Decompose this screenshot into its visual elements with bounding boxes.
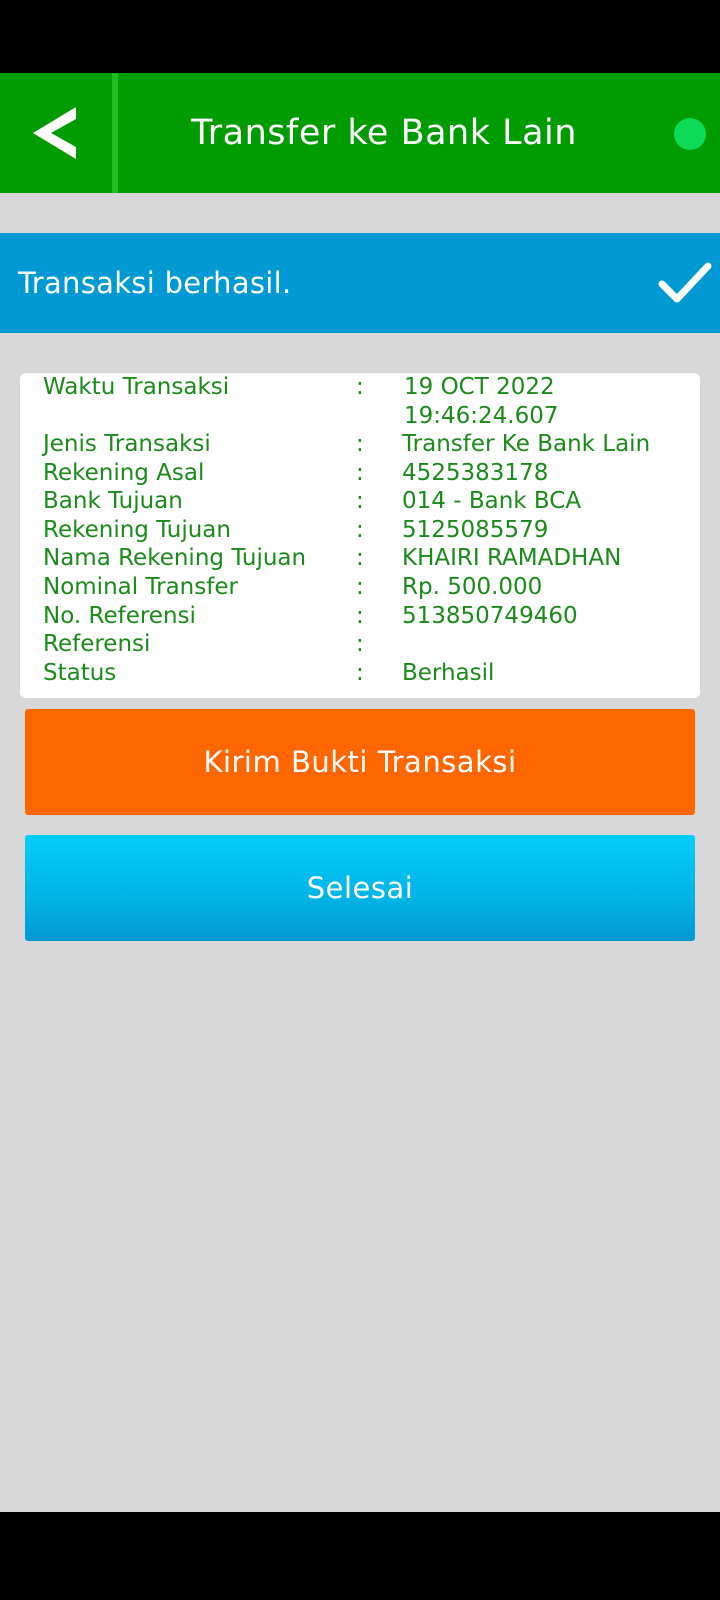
detail-colon: : [356, 431, 364, 457]
detail-value: 4525383178 [402, 459, 549, 486]
detail-colon: : [356, 545, 364, 572]
detail-colon: : [356, 659, 364, 686]
kirim-bukti-transaksi-button[interactable]: Kirim Bukti Transaksi [25, 709, 695, 815]
detail-colon: : [356, 631, 364, 658]
detail-row-nama-rekening-tujuan: Nama Rekening Tujuan : KHAIRI RAMADHAN [20, 544, 700, 573]
detail-value: Transfer Ke Bank Lain [402, 431, 651, 457]
system-navigation-bar [0, 1512, 720, 1600]
detail-row-rekening-asal: Rekening Asal : 4525383178 [20, 459, 700, 488]
detail-label: Waktu Transaksi [43, 374, 230, 400]
detail-value: 014 - Bank BCA [402, 488, 582, 515]
detail-row-jenis-transaksi: Jenis Transaksi : Transfer Ke Bank Lain [20, 430, 700, 459]
detail-label: No. Referensi [43, 602, 196, 629]
detail-label: Status [43, 659, 117, 686]
detail-value: 513850749460 [402, 602, 578, 629]
detail-row-no-referensi: No. Referensi : 513850749460 [20, 602, 700, 631]
detail-label: Jenis Transaksi [43, 431, 211, 457]
detail-label: Rekening Asal [43, 459, 205, 486]
detail-label: Nominal Transfer [43, 573, 238, 600]
detail-colon: : [356, 374, 364, 400]
detail-row-bank-tujuan: Bank Tujuan : 014 - Bank BCA [20, 487, 700, 516]
detail-colon: : [356, 459, 364, 486]
selesai-button[interactable]: Selesai [25, 835, 695, 941]
page-title: Transfer ke Bank Lain [191, 113, 577, 153]
detail-value: Rp. 500.000 [402, 573, 543, 600]
connection-status-dot [674, 118, 706, 150]
success-banner: Transaksi berhasil. [0, 233, 720, 333]
detail-value: Berhasil [402, 659, 495, 686]
back-button[interactable] [0, 73, 112, 193]
check-icon [658, 262, 712, 303]
detail-colon: : [356, 488, 364, 515]
detail-label: Bank Tujuan [43, 488, 183, 515]
detail-value-time: 19:46:24.607 [404, 402, 559, 429]
detail-row-waktu-transaksi: Waktu Transaksi : 19 OCT 2022 19:46:24.6… [20, 373, 700, 430]
detail-row-nominal-transfer: Nominal Transfer : Rp. 500.000 [20, 573, 700, 602]
status-bar [0, 0, 720, 73]
detail-label: Nama Rekening Tujuan [43, 545, 307, 572]
success-message: Transaksi berhasil. [18, 266, 292, 300]
detail-colon: : [356, 516, 364, 543]
detail-row-rekening-tujuan: Rekening Tujuan : 5125085579 [20, 516, 700, 545]
detail-colon: : [356, 573, 364, 600]
detail-value: 5125085579 [402, 516, 549, 543]
detail-value: KHAIRI RAMADHAN [402, 545, 622, 572]
detail-label: Referensi [43, 631, 151, 658]
chevron-left-icon [33, 107, 76, 159]
detail-row-status: Status : Berhasil [20, 659, 700, 688]
transaction-details-card: Waktu Transaksi : 19 OCT 2022 19:46:24.6… [20, 373, 700, 698]
detail-colon: : [356, 602, 364, 629]
detail-label: Rekening Tujuan [43, 516, 231, 543]
detail-value-date: 19 OCT 2022 [404, 374, 555, 400]
detail-row-referensi: Referensi : [20, 630, 700, 659]
app-bar: Transfer ke Bank Lain [0, 73, 720, 193]
